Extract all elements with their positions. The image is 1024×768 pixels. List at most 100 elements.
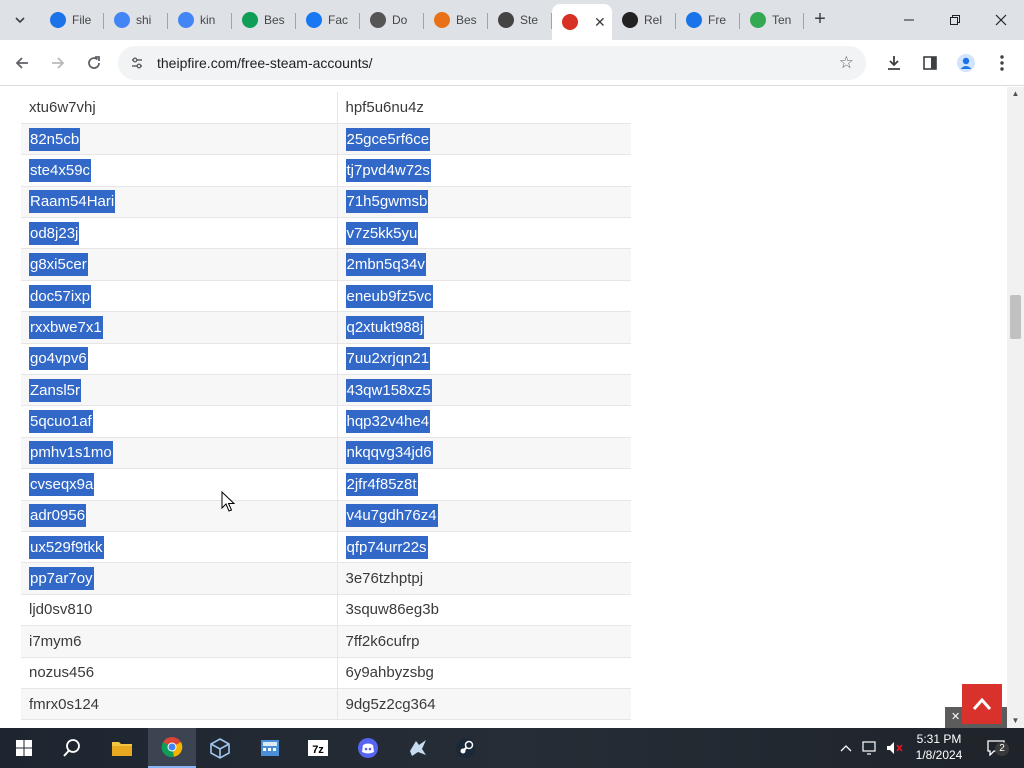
password-cell[interactable]: v7z5kk5yu <box>337 217 631 250</box>
minimize-button[interactable] <box>886 0 932 40</box>
password-cell[interactable]: 71h5gwmsb <box>337 186 631 219</box>
username-cell[interactable]: adr0956 <box>21 500 338 532</box>
google-icon <box>114 12 130 28</box>
password-cell[interactable]: v4u7gdh76z4 <box>337 500 631 532</box>
username-cell[interactable]: ste4x59c <box>21 154 338 187</box>
browser-tab[interactable]: Fre <box>676 4 740 36</box>
reload-button[interactable] <box>80 49 108 77</box>
file-explorer-icon[interactable] <box>98 728 146 768</box>
password-cell[interactable]: 9dg5z2cg364 <box>337 688 631 721</box>
browser-tab[interactable]: Rel <box>612 4 676 36</box>
tab-title: kin <box>200 13 216 27</box>
new-tab-button[interactable]: + <box>808 8 832 32</box>
username-cell[interactable]: pmhv1s1mo <box>21 437 338 470</box>
notification-center-icon[interactable]: 2 <box>978 728 1014 768</box>
address-bar[interactable]: theipfire.com/free-steam-accounts/ ☆ <box>118 46 866 80</box>
profile-avatar-icon[interactable] <box>952 49 980 77</box>
username-cell[interactable]: nozus456 <box>21 657 338 689</box>
username-cell[interactable]: fmrx0s124 <box>21 688 338 721</box>
username-cell[interactable]: od8j23j <box>21 217 338 250</box>
browser-tab[interactable]: File <box>40 4 104 36</box>
username-cell[interactable]: doc57ixp <box>21 280 338 313</box>
scrollbar-thumb[interactable] <box>1010 295 1021 339</box>
table-row: 5qcuo1af hqp32v4he4 <box>21 405 631 438</box>
password-cell[interactable]: 2jfr4f85z8t <box>337 468 631 501</box>
browser-tab[interactable]: Ste <box>488 4 552 36</box>
page-scrollbar[interactable]: ▲ ▼ <box>1007 87 1024 728</box>
download-icon[interactable] <box>880 49 908 77</box>
username-cell[interactable]: cvseqx9a <box>21 468 338 501</box>
network-icon[interactable] <box>860 728 882 768</box>
username-cell[interactable]: Zansl5r <box>21 374 338 407</box>
back-button[interactable] <box>8 49 36 77</box>
password-cell[interactable]: 6y9ahbyzsbg <box>337 657 631 689</box>
password-cell[interactable]: q2xtukt988j <box>337 311 631 344</box>
diamond-icon <box>434 12 450 28</box>
password-cell[interactable]: qfp74urr22s <box>337 531 631 564</box>
bookmark-star-icon[interactable]: ☆ <box>839 53 854 73</box>
restore-button[interactable] <box>932 0 978 40</box>
password-cell-text: hpf5u6nu4z <box>345 98 424 116</box>
password-cell[interactable]: 43qw158xz5 <box>337 374 631 407</box>
url-text[interactable]: theipfire.com/free-steam-accounts/ <box>157 55 373 71</box>
username-cell[interactable]: Raam54Hari <box>21 186 338 219</box>
password-cell[interactable]: 7ff2k6cufrp <box>337 625 631 658</box>
table-row: pmhv1s1mo nkqqvg34jd6 <box>21 437 631 470</box>
username-cell[interactable]: 5qcuo1af <box>21 405 338 438</box>
close-tab-icon[interactable]: ✕ <box>594 14 606 31</box>
username-cell[interactable]: 82n5cb <box>21 123 338 156</box>
7zip-icon[interactable]: 7z <box>294 728 342 768</box>
browser-tab[interactable]: Bes <box>424 4 488 36</box>
password-cell[interactable]: 7uu2xrjqn21 <box>337 343 631 376</box>
calculator-icon[interactable] <box>246 728 294 768</box>
password-cell[interactable]: 3e76tzhptpj <box>337 562 631 595</box>
browser-tab[interactable]: Bes <box>232 4 296 36</box>
password-cell-text: 25gce5rf6ce <box>345 127 431 151</box>
system-clock[interactable]: 5:31 PM 1/8/2024 <box>905 731 973 763</box>
forward-button[interactable] <box>44 49 72 77</box>
username-cell[interactable]: pp7ar7oy <box>21 562 338 595</box>
password-cell[interactable]: 25gce5rf6ce <box>337 123 631 156</box>
browser-tab[interactable]: ✕ <box>552 4 612 40</box>
browser-tab[interactable]: Ten <box>740 4 804 36</box>
browser-tab[interactable]: kin <box>168 4 232 36</box>
username-cell[interactable]: g8xi5cer <box>21 248 338 281</box>
password-cell[interactable]: hqp32v4he4 <box>337 405 631 438</box>
username-cell[interactable]: xtu6w7vhj <box>21 92 338 124</box>
tab-search-chevron-icon[interactable] <box>8 8 32 32</box>
tab-title: File <box>72 13 92 27</box>
search-icon[interactable] <box>48 728 96 768</box>
game-app-icon[interactable] <box>394 728 442 768</box>
tray-chevron-up-icon[interactable] <box>838 728 854 768</box>
browser-tab[interactable]: Fac <box>296 4 360 36</box>
facebook-icon <box>306 12 322 28</box>
password-cell[interactable]: eneub9fz5vc <box>337 280 631 313</box>
password-cell[interactable]: 2mbn5q34v <box>337 248 631 281</box>
password-cell[interactable]: tj7pvd4w72s <box>337 154 631 187</box>
steam-icon[interactable] <box>442 728 490 768</box>
side-panel-icon[interactable] <box>916 49 944 77</box>
close-window-button[interactable] <box>978 0 1024 40</box>
back-to-top-button[interactable] <box>962 684 1002 724</box>
password-cell[interactable]: nkqqvg34jd6 <box>337 437 631 470</box>
password-cell-text: tj7pvd4w72s <box>345 158 431 182</box>
menu-kebab-icon[interactable] <box>988 49 1016 77</box>
browser-tab[interactable]: Do <box>360 4 424 36</box>
username-cell[interactable]: go4vpv6 <box>21 343 338 376</box>
browser-tab[interactable]: shi <box>104 4 168 36</box>
password-cell[interactable]: hpf5u6nu4z <box>337 92 631 124</box>
site-info-icon[interactable] <box>128 54 146 72</box>
username-cell[interactable]: ljd0sv810 <box>21 594 338 627</box>
scroll-up-arrow-icon[interactable]: ▲ <box>1007 87 1024 101</box>
username-cell[interactable]: ux529f9tkk <box>21 531 338 564</box>
start-windows-icon[interactable] <box>0 728 48 768</box>
username-cell[interactable]: i7mym6 <box>21 625 338 658</box>
chrome-icon[interactable] <box>148 728 196 768</box>
username-cell[interactable]: rxxbwe7x1 <box>21 311 338 344</box>
virtualbox-cube-icon[interactable] <box>196 728 244 768</box>
volume-muted-icon[interactable] <box>884 728 906 768</box>
discord-icon[interactable] <box>344 728 392 768</box>
password-cell[interactable]: 3squw86eg3b <box>337 594 631 627</box>
scroll-down-arrow-icon[interactable]: ▼ <box>1007 714 1024 728</box>
clock-time: 5:31 PM <box>916 732 962 746</box>
